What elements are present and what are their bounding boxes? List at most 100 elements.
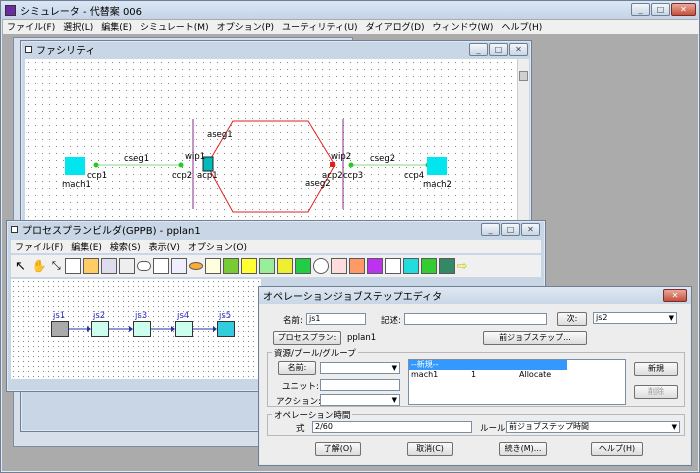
menu-select[interactable]: 選択(L) xyxy=(59,20,97,34)
gppb-close-button[interactable]: ✕ xyxy=(521,223,540,236)
res-name-button[interactable]: 名前: xyxy=(278,361,316,375)
rounded-rect-tool-icon[interactable] xyxy=(136,261,151,271)
wip1-label: wip1 xyxy=(185,152,206,162)
main-menubar: ファイル(F) 選択(L) 編集(E) シミュレート(M) オプション(P) ユ… xyxy=(3,20,699,34)
next-select[interactable]: js2 xyxy=(593,312,677,324)
mach2-icon[interactable] xyxy=(427,157,447,175)
gppb-minimize-button[interactable]: _ xyxy=(481,223,500,236)
main-title: シミュレータ - 代替案 006 xyxy=(20,6,143,18)
hook-tool-icon[interactable] xyxy=(240,258,257,274)
list-item-new[interactable]: --新規-- xyxy=(409,360,567,370)
desc-field[interactable] xyxy=(404,313,547,325)
job-js3[interactable] xyxy=(133,321,151,337)
process-plan-button[interactable]: プロセスプラン: xyxy=(273,331,341,345)
facility-title-bar: ファシリティ xyxy=(21,41,531,58)
editor-close-button[interactable]: ✕ xyxy=(663,289,687,302)
grid-tool-icon[interactable] xyxy=(64,258,81,274)
yellow-box-tool-icon[interactable] xyxy=(276,258,293,274)
gppb-maximize-button[interactable]: □ xyxy=(501,223,520,236)
minimize-button[interactable]: _ xyxy=(631,3,650,16)
hand-tool-icon[interactable]: ✋ xyxy=(32,259,47,273)
job-js2[interactable] xyxy=(91,321,109,337)
menu-dialog[interactable]: ダイアログ(D) xyxy=(362,20,429,34)
cancel-button[interactable]: 取消(C) xyxy=(407,442,453,456)
job-js4[interactable] xyxy=(175,321,193,337)
js2-label: js2 xyxy=(93,311,106,321)
facility-vscrollbar[interactable] xyxy=(517,59,529,234)
green-box-tool-icon[interactable] xyxy=(258,258,275,274)
orb-tool-icon[interactable] xyxy=(348,258,365,274)
mach1-icon[interactable] xyxy=(65,157,85,175)
bar-tool-icon[interactable] xyxy=(170,258,187,274)
menu-help[interactable]: ヘルプ(H) xyxy=(497,20,546,34)
eye-tool-icon[interactable] xyxy=(188,262,203,270)
new-button[interactable]: 新規 xyxy=(634,362,678,376)
cyan-tool-icon[interactable] xyxy=(402,258,419,274)
green-bar-tool-icon[interactable] xyxy=(294,258,311,274)
unit-label: ユニット: xyxy=(282,382,319,392)
facility-scroll-thumb[interactable] xyxy=(519,71,528,81)
menu-utility[interactable]: ユーティリティ(U) xyxy=(278,20,362,34)
menu-simulate[interactable]: シミュレート(M) xyxy=(136,20,213,34)
cseg2-label: cseg2 xyxy=(370,154,396,164)
res-name-select[interactable] xyxy=(320,362,400,374)
resource-group-label: 資源/プール/グループ xyxy=(272,347,358,359)
js5-label: js5 xyxy=(219,311,232,321)
pointer-tool-icon[interactable]: ↖ xyxy=(15,259,26,274)
green-tool-icon[interactable] xyxy=(420,258,437,274)
expr-label: 式 xyxy=(296,424,305,434)
action-select[interactable] xyxy=(320,394,400,406)
gppb-menu-edit[interactable]: 編集(E) xyxy=(67,240,106,253)
menu-option[interactable]: オプション(P) xyxy=(213,20,278,34)
ok-button[interactable]: 了解(O) xyxy=(315,442,361,456)
maximize-button[interactable]: □ xyxy=(651,3,670,16)
facility-canvas[interactable]: cseg1 wip1 aseg1 ccp1 ccp2 acp1 mach1 wi… xyxy=(25,59,517,234)
ring-tool-icon[interactable] xyxy=(312,258,329,274)
help-button[interactable]: ヘルプ(H) xyxy=(591,442,643,456)
menu-edit[interactable]: 編集(E) xyxy=(97,20,136,34)
facility-maximize-button[interactable]: □ xyxy=(489,43,508,56)
prev-jobstep-button[interactable]: 前ジョブステップ... xyxy=(483,331,587,345)
close-button[interactable]: ✕ xyxy=(671,3,696,16)
dots-tool-icon[interactable] xyxy=(152,258,169,274)
menu-window[interactable]: ウィンドウ(W) xyxy=(429,20,498,34)
menu-file[interactable]: ファイル(F) xyxy=(3,20,59,34)
gppb-menu-view[interactable]: 表示(V) xyxy=(145,240,184,253)
expr-field[interactable]: 2/60 xyxy=(312,421,472,433)
resource-list[interactable]: --新規-- mach1 1 Allocate xyxy=(408,359,626,405)
gppb-menu-option[interactable]: オプション(O) xyxy=(184,240,251,253)
gppb-menu-file[interactable]: ファイル(F) xyxy=(11,240,67,253)
next-button[interactable]: 次: xyxy=(557,312,587,326)
rule-select[interactable]: 前ジョブステップ時間 xyxy=(506,421,680,433)
ccp2-label: ccp2 xyxy=(172,171,193,181)
gppb-canvas[interactable]: js1 js2 js3 js4 js5 xyxy=(11,279,261,379)
action-label: アクション: xyxy=(276,397,321,407)
diamond-tool-icon[interactable] xyxy=(118,258,135,274)
resource-group: 資源/プール/グループ 名前: ユニット: アクション: --新規-- mach… xyxy=(267,347,685,407)
list-item[interactable]: mach1 1 Allocate xyxy=(409,370,625,380)
job-js1[interactable] xyxy=(51,321,69,337)
filter-tool-icon[interactable] xyxy=(366,258,383,274)
facility-minimize-button[interactable]: _ xyxy=(469,43,488,56)
facility-close-button[interactable]: ✕ xyxy=(509,43,528,56)
continue-button[interactable]: 続き(M)... xyxy=(499,442,547,456)
editor-title: オペレーションジョブステップエディタ xyxy=(263,292,443,303)
wave-tool-icon[interactable] xyxy=(100,258,117,274)
ccp4-label: ccp4 xyxy=(404,171,425,181)
unit-field[interactable] xyxy=(320,379,400,391)
name-field[interactable]: js1 xyxy=(306,313,366,325)
triangle-tool-icon[interactable] xyxy=(82,258,99,274)
job-js5[interactable] xyxy=(217,321,235,337)
wip2-label: wip2 xyxy=(331,152,352,162)
dark-tool-icon[interactable] xyxy=(438,258,455,274)
cseg1-label: cseg1 xyxy=(124,154,150,164)
delete-button[interactable]: 削除 xyxy=(634,385,678,399)
acp2-label: acp2 xyxy=(322,171,343,181)
palette-tool-icon[interactable] xyxy=(222,258,239,274)
chart-tool-icon[interactable] xyxy=(330,258,347,274)
network-tool-icon[interactable] xyxy=(384,258,401,274)
table-tool-icon[interactable] xyxy=(204,258,221,274)
connect-tool-icon[interactable]: ⤡ xyxy=(52,259,61,273)
gppb-menu-search[interactable]: 検索(S) xyxy=(106,240,145,253)
arrow-tool-icon[interactable]: ⇨ xyxy=(457,259,468,274)
